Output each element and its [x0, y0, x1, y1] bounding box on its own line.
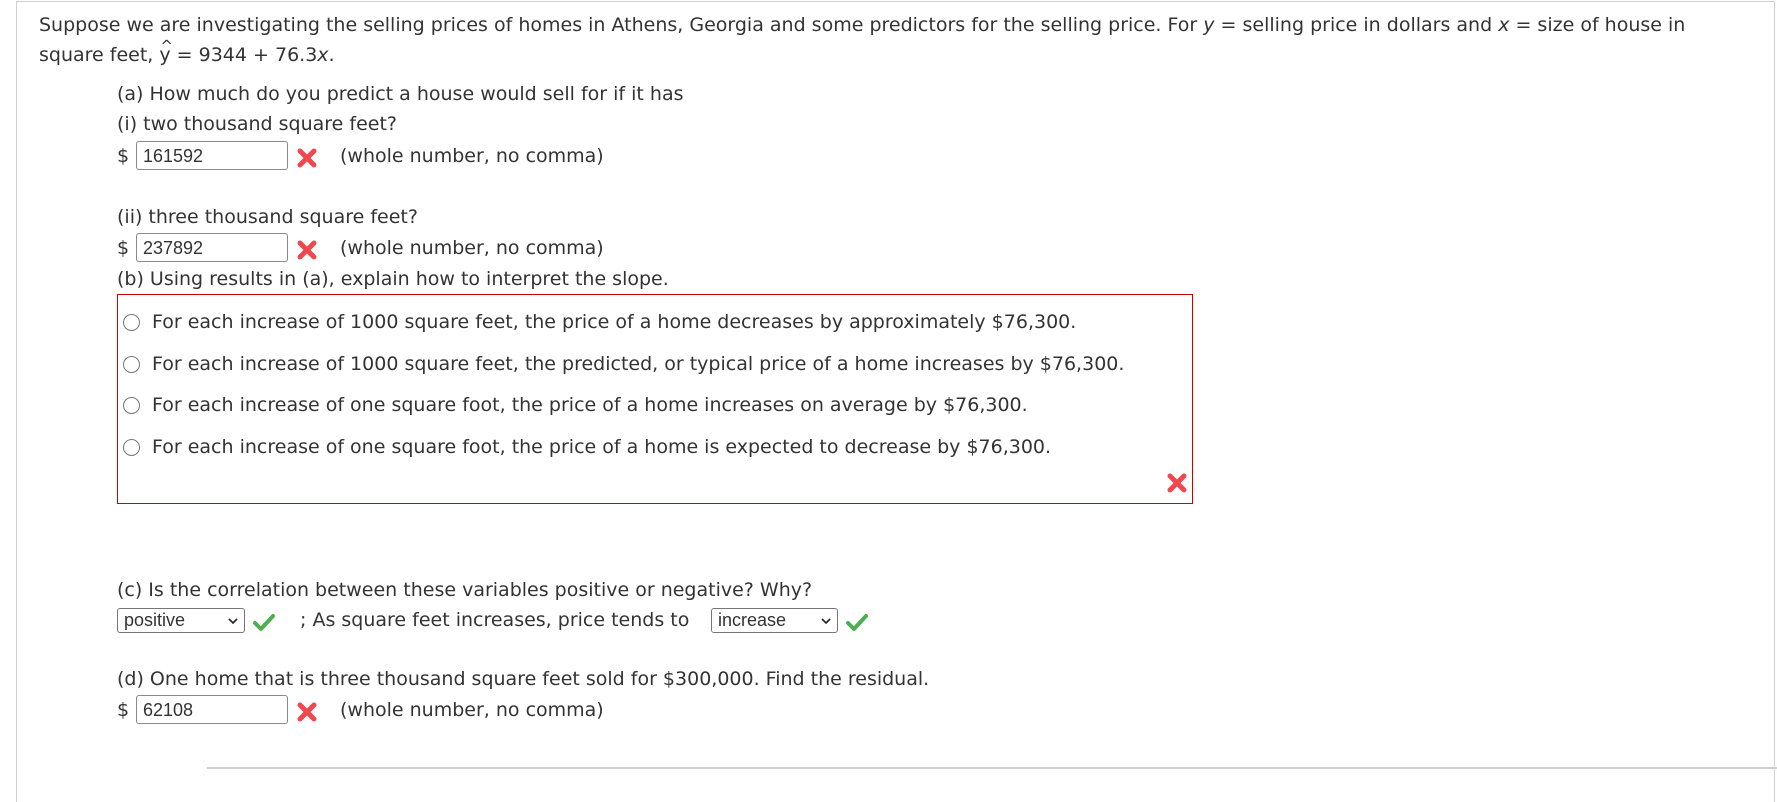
choice-label: For each increase of 1000 square feet, t… [152, 353, 1125, 375]
correct-icon [253, 614, 275, 631]
currency-symbol: $ [117, 145, 130, 167]
answer-input-a-i[interactable]: 161592 [136, 141, 288, 170]
radio-button[interactable] [123, 313, 140, 331]
hat-accent: ^ [160, 37, 173, 55]
answer-input-a-ii[interactable]: 237892 [136, 233, 288, 262]
chevron-down-icon [821, 618, 831, 625]
radio-button[interactable] [123, 355, 140, 373]
intro-text: = size of house in [1509, 14, 1686, 36]
currency-symbol: $ [117, 699, 130, 721]
answer-hint: (whole number, no comma) [340, 145, 604, 167]
choice-option-2[interactable]: For each increase of 1000 square feet, t… [123, 350, 1124, 378]
choice-label: For each increase of 1000 square feet, t… [152, 311, 1077, 333]
regression-equation: = 9344 + 76.3 [170, 44, 318, 66]
variable-x: x [1498, 14, 1510, 36]
radio-button[interactable] [123, 396, 140, 414]
part-b-question: (b) Using results in (a), explain how to… [117, 268, 669, 290]
intro-text: square feet, [39, 44, 160, 66]
choice-label: For each increase of one square foot, th… [152, 436, 1052, 458]
part-d-question: (d) One home that is three thousand squa… [117, 668, 930, 690]
multiple-choice-group: For each increase of 1000 square feet, t… [117, 294, 1193, 504]
incorrect-icon [1167, 473, 1187, 493]
intro-text: = selling price in dollars and [1214, 14, 1499, 36]
y-hat-symbol: ^ y [159, 37, 173, 67]
incorrect-icon [297, 240, 317, 260]
choice-option-4[interactable]: For each increase of one square foot, th… [123, 433, 1051, 461]
radio-button[interactable] [123, 438, 140, 456]
select-value: increase [718, 610, 787, 630]
variable-x: x [317, 44, 329, 66]
currency-symbol: $ [117, 237, 130, 259]
select-value: positive [124, 610, 186, 630]
intro-line-1: Suppose we are investigating the selling… [39, 13, 1685, 37]
choice-option-1[interactable]: For each increase of 1000 square feet, t… [123, 308, 1076, 336]
part-a-ii-label: (ii) three thousand square feet? [117, 206, 418, 228]
part-c-question: (c) Is the correlation between these var… [117, 579, 813, 601]
intro-text: Suppose we are investigating the selling… [39, 14, 1204, 36]
correlation-select[interactable]: positive [117, 608, 245, 633]
choice-option-3[interactable]: For each increase of one square foot, th… [123, 391, 1028, 419]
answer-input-d[interactable]: 62108 [136, 695, 288, 724]
chevron-down-icon [228, 618, 238, 625]
answer-hint: (whole number, no comma) [340, 699, 604, 721]
correct-icon [846, 614, 868, 631]
variable-y: y [1203, 14, 1215, 36]
part-a-i-label: (i) two thousand square feet? [117, 113, 398, 135]
part-a-question: (a) How much do you predict a house woul… [117, 83, 684, 105]
intro-text: . [328, 44, 335, 66]
answer-hint: (whole number, no comma) [340, 237, 604, 259]
part-c-middle-text: ; As square feet increases, price tends … [300, 609, 690, 631]
trend-select[interactable]: increase [711, 608, 838, 633]
choice-label: For each increase of one square foot, th… [152, 394, 1028, 416]
incorrect-icon [297, 702, 317, 722]
intro-line-2: square feet, ^ y = 9344 + 76.3x. [39, 37, 335, 67]
divider [207, 767, 1777, 769]
incorrect-icon [297, 148, 317, 168]
